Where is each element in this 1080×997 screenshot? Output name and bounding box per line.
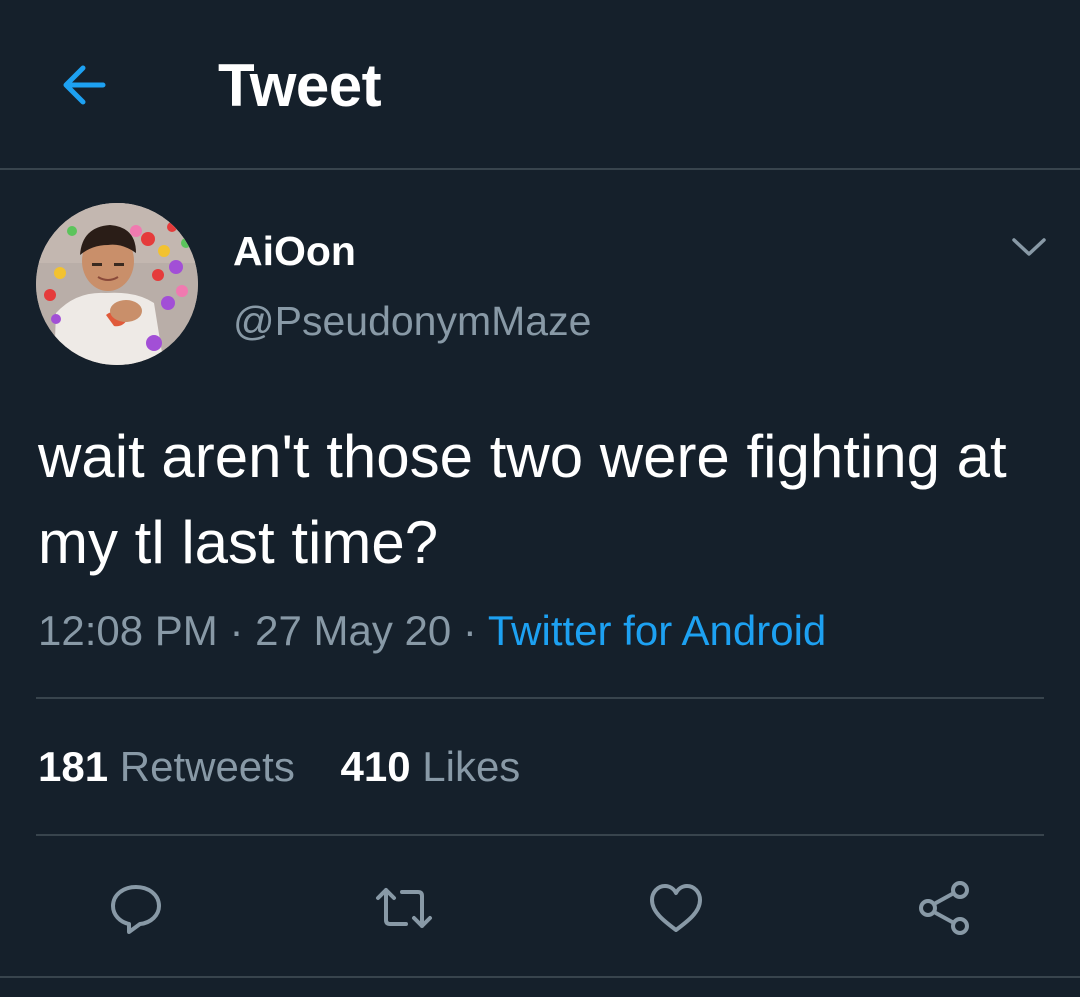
- likes-stat[interactable]: 410 Likes: [341, 742, 521, 792]
- reply-button[interactable]: [106, 878, 166, 938]
- author-handle[interactable]: @PseudonymMaze: [233, 298, 591, 344]
- like-button[interactable]: [646, 878, 706, 938]
- avatar[interactable]: [36, 203, 198, 365]
- retweets-label: Retweets: [119, 743, 295, 790]
- meta-separator: ·: [217, 607, 256, 654]
- tweet-time: 12:08 PM: [38, 607, 218, 654]
- reply-icon: [111, 885, 161, 934]
- likes-count: 410: [340, 743, 411, 790]
- tweet-metadata: 12:08 PM · 27 May 20 · Twitter for Andro…: [38, 606, 826, 656]
- meta-separator: ·: [451, 607, 488, 654]
- avatar-image: [36, 203, 198, 365]
- heart-icon: [650, 884, 702, 932]
- divider: [36, 834, 1044, 836]
- back-button[interactable]: [55, 55, 115, 115]
- author-display-name[interactable]: AiOon: [233, 228, 356, 274]
- likes-label: Likes: [422, 743, 521, 790]
- retweet-icon: [376, 888, 432, 928]
- page-title: Tweet: [218, 52, 382, 119]
- tweet-date: 27 May 20: [255, 607, 452, 654]
- retweets-count: 181: [38, 743, 109, 790]
- tweet-text: wait aren't those two were fighting at m…: [38, 423, 1007, 576]
- divider: [36, 697, 1044, 699]
- divider: [0, 976, 1080, 978]
- share-button[interactable]: [914, 878, 974, 938]
- top-app-bar: Tweet: [0, 0, 1080, 170]
- retweet-button[interactable]: [374, 878, 434, 938]
- engagement-stats: 181 Retweets 410 Likes: [38, 742, 520, 792]
- retweets-stat[interactable]: 181 Retweets: [38, 742, 295, 792]
- chevron-down-icon: [1012, 238, 1046, 256]
- more-options-button[interactable]: [1006, 226, 1052, 266]
- share-icon: [919, 881, 969, 935]
- tweet-detail-screen: Tweet AiOon @PseudonymMaze wait aren't t…: [0, 0, 1080, 997]
- arrow-left-icon: [63, 65, 106, 105]
- tweet-source-link[interactable]: Twitter for Android: [488, 607, 826, 654]
